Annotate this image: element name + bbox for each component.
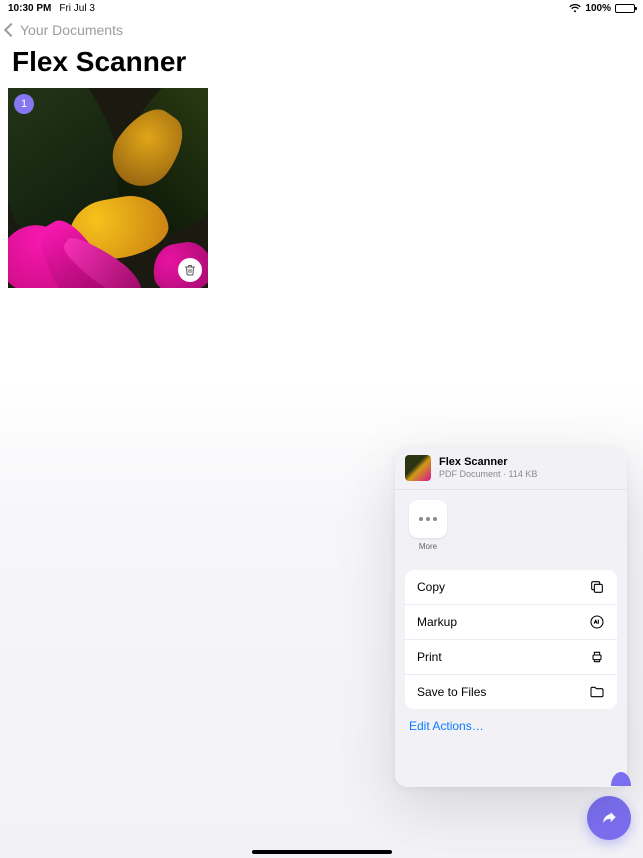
share-sheet: Flex Scanner PDF Document · 114 KB More … <box>395 447 627 787</box>
print-action[interactable]: Print <box>405 640 617 675</box>
chevron-left-icon <box>4 23 18 37</box>
status-time: 10:30 PM <box>8 3 51 14</box>
fab-peek <box>611 772 631 786</box>
share-fab[interactable] <box>587 796 631 840</box>
share-icon <box>599 808 619 828</box>
copy-action[interactable]: Copy <box>405 570 617 605</box>
document-thumbnail[interactable]: 1 <box>8 88 208 288</box>
ellipsis-icon <box>419 517 437 521</box>
home-indicator[interactable] <box>252 850 392 854</box>
share-title: Flex Scanner <box>439 456 537 469</box>
share-actions-list: Copy Markup Print Save to Files <box>405 570 617 709</box>
more-apps-button[interactable]: More <box>409 500 447 551</box>
edit-actions-button[interactable]: Edit Actions… <box>395 709 627 743</box>
folder-icon <box>589 684 605 700</box>
status-bar: 10:30 PM Fri Jul 3 100% <box>0 0 643 14</box>
share-subtitle: PDF Document · 114 KB <box>439 469 537 480</box>
trash-icon <box>184 264 196 276</box>
wifi-icon <box>569 4 581 13</box>
copy-icon <box>589 579 605 595</box>
battery-pct: 100% <box>585 3 611 14</box>
save-to-files-action[interactable]: Save to Files <box>405 675 617 709</box>
markup-action[interactable]: Markup <box>405 605 617 640</box>
page-count-badge: 1 <box>14 94 34 114</box>
battery-icon <box>615 4 635 13</box>
share-apps-row: More <box>395 490 627 560</box>
back-button[interactable]: Your Documents <box>0 14 643 44</box>
markup-icon <box>589 614 605 630</box>
status-date: Fri Jul 3 <box>59 3 95 14</box>
print-icon <box>589 649 605 665</box>
delete-button[interactable] <box>178 258 202 282</box>
back-label: Your Documents <box>20 22 123 38</box>
share-sheet-header: Flex Scanner PDF Document · 114 KB <box>395 447 627 490</box>
share-thumbnail <box>405 455 431 481</box>
page-title: Flex Scanner <box>0 44 643 88</box>
